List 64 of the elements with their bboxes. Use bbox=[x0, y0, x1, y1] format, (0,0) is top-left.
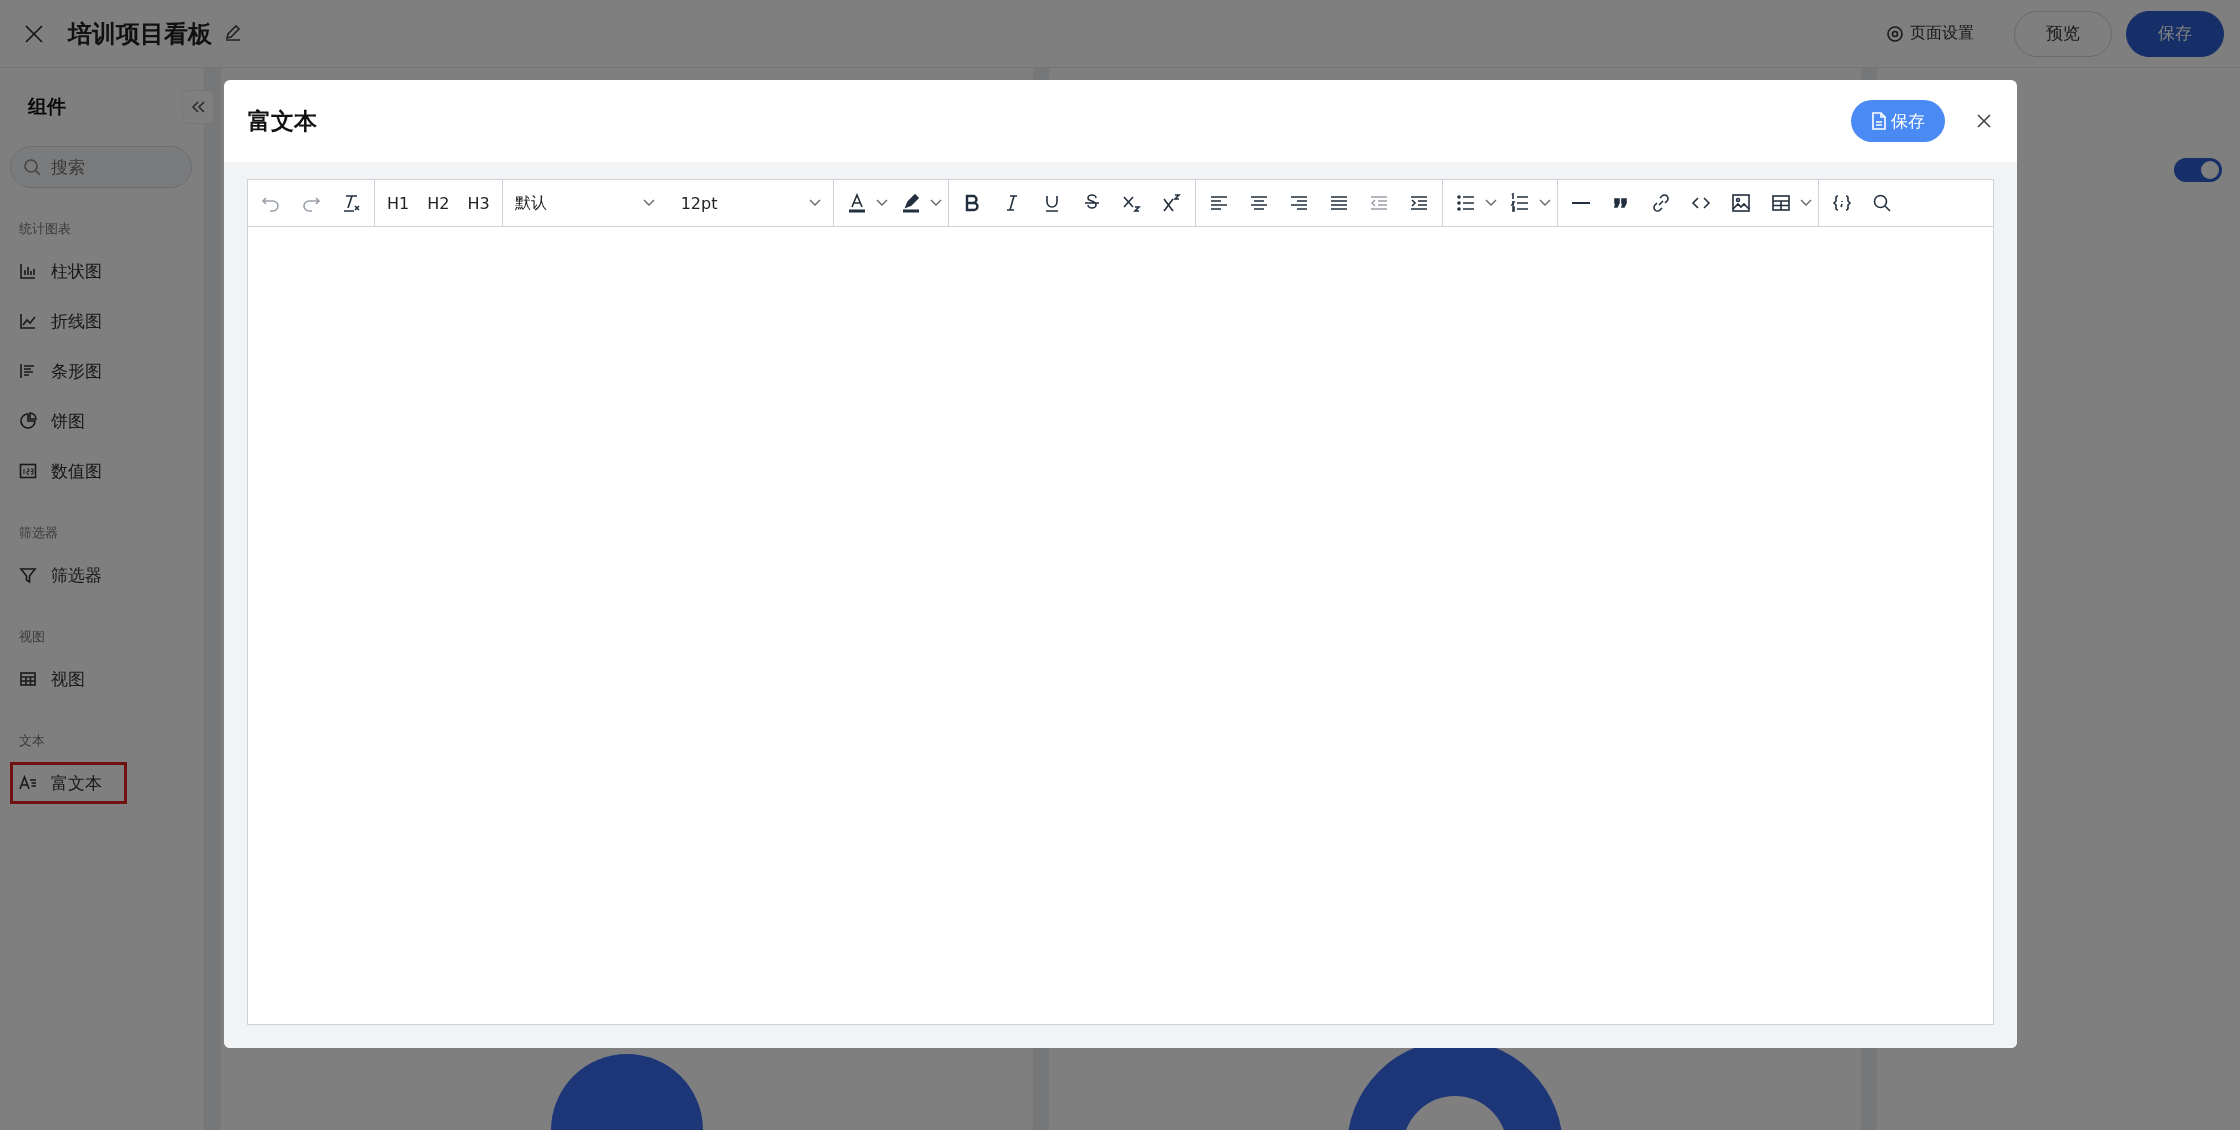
superscript-icon bbox=[1161, 193, 1182, 213]
align-center-icon bbox=[1248, 193, 1269, 213]
component-icon bbox=[19, 566, 37, 584]
component-item[interactable]: 条形图 bbox=[10, 350, 127, 392]
heading-button[interactable]: H2 bbox=[421, 186, 456, 220]
page-title: 培训项目看板 bbox=[68, 18, 212, 50]
clear-format-icon bbox=[341, 193, 361, 213]
justify-icon bbox=[1328, 193, 1349, 213]
search-icon bbox=[1871, 193, 1892, 213]
align-left-icon bbox=[1208, 193, 1229, 213]
component-icon bbox=[19, 774, 37, 792]
component-icon bbox=[19, 412, 37, 430]
preview-button[interactable]: 预览 bbox=[2014, 10, 2112, 57]
component-item[interactable]: 折线图 bbox=[10, 300, 127, 342]
outdent-icon bbox=[1368, 193, 1389, 213]
toggle-switch[interactable] bbox=[2174, 158, 2222, 182]
heading-button[interactable]: H3 bbox=[461, 186, 496, 220]
bullet-list-icon bbox=[1455, 193, 1476, 213]
table-icon bbox=[1770, 193, 1791, 213]
component-icon bbox=[19, 362, 37, 380]
search-icon bbox=[23, 158, 41, 176]
component-icon bbox=[19, 462, 37, 480]
caret-icon[interactable] bbox=[808, 199, 821, 207]
dialog-title: 富文本 bbox=[248, 106, 318, 136]
save-button[interactable]: 保存 bbox=[1851, 100, 1945, 142]
image-icon bbox=[1730, 193, 1751, 213]
template-variable-icon bbox=[1831, 193, 1852, 213]
caret-icon[interactable] bbox=[1538, 199, 1551, 207]
component-item[interactable]: 筛选器 bbox=[10, 554, 127, 596]
component-item[interactable]: 柱状图 bbox=[10, 250, 127, 292]
align-right-icon bbox=[1288, 193, 1309, 213]
numbered-list-icon bbox=[1509, 193, 1530, 213]
search-field[interactable]: 搜索 bbox=[10, 146, 192, 188]
component-item[interactable]: 数值图 bbox=[10, 450, 127, 492]
link-icon bbox=[1650, 193, 1671, 213]
edit-icon bbox=[224, 22, 242, 41]
highlighter-icon bbox=[900, 193, 921, 213]
horizontal-rule-icon bbox=[1571, 202, 1590, 204]
font-family-dropdown[interactable]: 默认 bbox=[508, 186, 661, 220]
group-label: 文本 bbox=[19, 732, 46, 750]
group-label: 视图 bbox=[19, 628, 46, 646]
caret-icon[interactable] bbox=[642, 199, 655, 207]
page-settings-link[interactable]: 页面设置 bbox=[1880, 22, 1980, 45]
component-icon bbox=[19, 262, 37, 280]
close-icon bbox=[1975, 112, 1993, 130]
group-label: 统计图表 bbox=[19, 220, 72, 238]
document-icon bbox=[1871, 112, 1887, 130]
component-item[interactable]: 饼图 bbox=[10, 400, 127, 442]
heading-button[interactable]: H1 bbox=[381, 186, 416, 220]
component-item[interactable]: 富文本 bbox=[10, 762, 127, 804]
component-icon bbox=[19, 670, 37, 688]
font-size-dropdown[interactable]: 12pt bbox=[674, 186, 827, 220]
caret-icon[interactable] bbox=[1799, 199, 1812, 207]
sidebar-title: 组件 bbox=[28, 94, 66, 119]
indent-icon bbox=[1408, 193, 1429, 213]
caret-icon[interactable] bbox=[929, 199, 942, 207]
component-item[interactable]: 视图 bbox=[10, 658, 127, 700]
group-label: 筛选器 bbox=[19, 524, 59, 542]
caret-icon[interactable] bbox=[1484, 199, 1497, 207]
save-button[interactable]: 保存 bbox=[2126, 10, 2224, 57]
component-icon bbox=[19, 312, 37, 330]
text-color-icon bbox=[846, 193, 867, 213]
gear-icon bbox=[1886, 24, 1904, 43]
caret-icon[interactable] bbox=[875, 199, 888, 207]
